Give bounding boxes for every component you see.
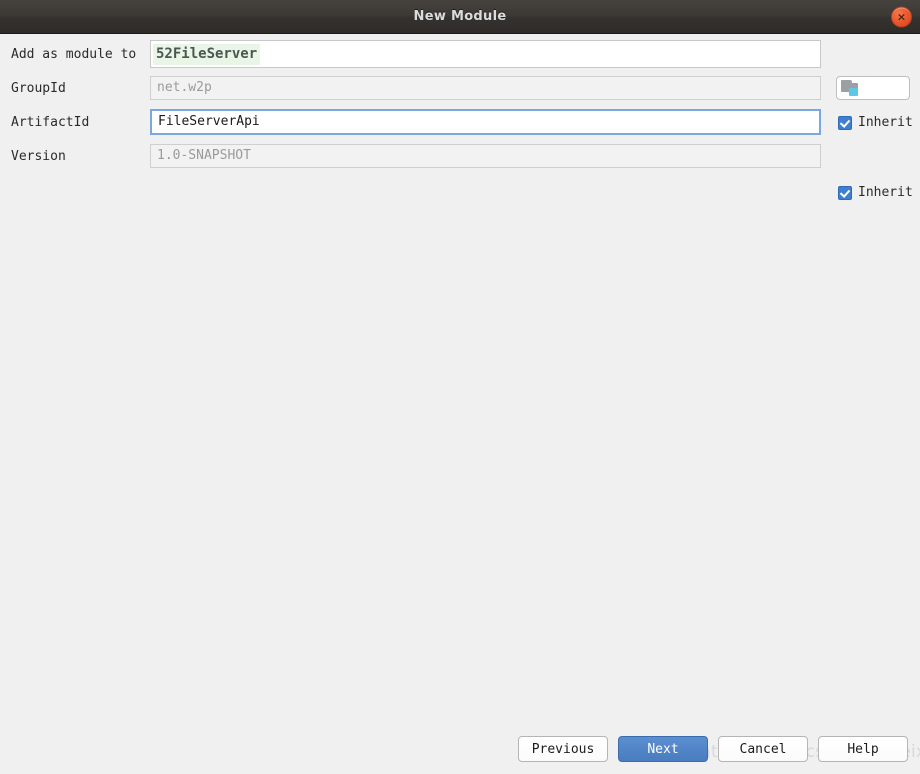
label-groupid: GroupId — [11, 80, 66, 96]
row-artifactid: ArtifactId FileServerApi — [0, 108, 920, 136]
row-version: Version 1.0-SNAPSHOT — [0, 143, 920, 169]
label-artifactid: ArtifactId — [11, 114, 90, 130]
help-button[interactable]: Help — [818, 736, 908, 762]
label-version: Version — [11, 148, 66, 164]
dialog-buttons: Previous Next Cancel Help — [0, 733, 920, 765]
title-bar: New Module × — [0, 0, 920, 34]
close-icon[interactable]: × — [891, 6, 912, 27]
cancel-button[interactable]: Cancel — [718, 736, 808, 762]
label-add-as-module-to: Add as module to — [11, 46, 137, 62]
close-glyph: × — [896, 10, 907, 23]
next-button[interactable]: Next — [618, 736, 708, 762]
checkmark-icon[interactable] — [838, 185, 852, 200]
new-module-dialog: New Module × Add as module to 52FileServ… — [0, 0, 920, 774]
artifactid-input[interactable]: FileServerApi — [150, 109, 821, 135]
row-add-as-module-to: Add as module to 52FileServer — [0, 40, 920, 68]
window-title: New Module — [413, 9, 507, 24]
row-groupid: GroupId net.w2p — [0, 75, 920, 101]
inherit-version-checkbox[interactable]: Inherit — [838, 185, 913, 200]
version-input[interactable]: 1.0-SNAPSHOT — [150, 144, 821, 168]
parent-module-list[interactable]: 52FileServer — [150, 40, 821, 68]
dialog-content: Add as module to 52FileServer GroupId ne… — [0, 34, 920, 774]
previous-button[interactable]: Previous — [518, 736, 608, 762]
groupid-input[interactable]: net.w2p — [150, 76, 821, 100]
inherit-version-label: Inherit — [858, 185, 913, 200]
list-item-selected-module[interactable]: 52FileServer — [153, 43, 261, 65]
